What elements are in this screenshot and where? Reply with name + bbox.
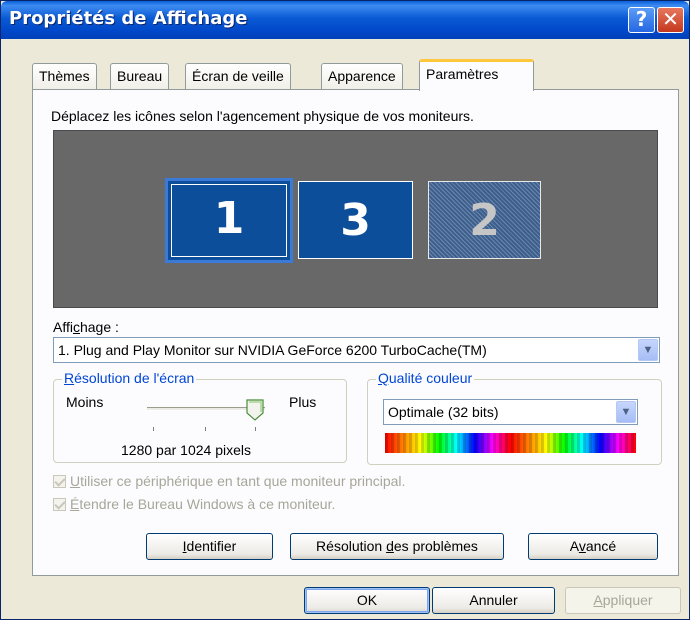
primary-checkbox-accel: U — [70, 473, 81, 489]
ok-button[interactable]: OK — [304, 587, 430, 614]
monitor-2-number: 2 — [469, 195, 500, 246]
tab-appearance-label: Apparence — [328, 68, 396, 84]
resolution-more-label: Plus — [289, 394, 317, 410]
apply-accel: A — [593, 592, 603, 608]
monitor-1-number: 1 — [213, 193, 245, 244]
advanced-button[interactable]: Avancé — [528, 533, 658, 560]
apply-button[interactable]: Appliquer — [565, 587, 681, 614]
monitor-2[interactable]: 2 — [428, 181, 541, 259]
chevron-down-icon[interactable]: ▼ — [616, 401, 636, 423]
advanced-pre: A — [569, 538, 579, 554]
extend-checkbox-label: tendre le Bureau Windows à ce moniteur. — [79, 496, 336, 512]
resolution-less-label: Moins — [66, 394, 104, 410]
arrangement-instruction: Déplacez les icônes selon l'agencement p… — [51, 108, 474, 124]
color-quality-select[interactable]: Optimale (32 bits) ▼ — [383, 399, 638, 425]
checkbox-icon[interactable] — [53, 498, 66, 511]
cancel-button[interactable]: Annuler — [432, 587, 555, 614]
display-label-accel: c — [72, 319, 80, 335]
resolution-group-title: Résolution de l'écran — [62, 370, 197, 386]
troubleshoot-post: es problèmes — [393, 538, 478, 554]
monitor-1[interactable]: 1 — [165, 178, 293, 263]
identify-button[interactable]: Identifier — [146, 533, 273, 560]
color-spectrum-stripes — [385, 433, 636, 453]
slider-tick — [205, 427, 206, 431]
close-icon: ✕ — [662, 7, 679, 31]
display-properties-window: Propriétés de Affichage ? ✕ Thèmes Burea… — [0, 0, 690, 620]
tab-screensaver[interactable]: Écran de veille — [185, 63, 291, 89]
identify-label: dentifier — [186, 538, 237, 554]
slider-tick — [153, 427, 154, 431]
advanced-post: ancé — [585, 538, 617, 554]
resolution-title-rest: ésolution de l'écran — [74, 370, 195, 386]
display-label: Affichage : — [53, 319, 119, 335]
color-quality-value: Optimale (32 bits) — [388, 404, 499, 420]
color-quality-group-title: Qualité couleur — [376, 370, 475, 386]
primary-checkbox-label: tiliser ce périphérique en tant que moni… — [80, 473, 406, 489]
monitor-3[interactable]: 3 — [298, 181, 413, 259]
tab-settings-label: Paramètres — [426, 66, 499, 82]
apply-label: ppliquer — [602, 592, 653, 608]
tab-screensaver-label: Écran de veille — [192, 68, 284, 84]
tab-settings[interactable]: Paramètres — [419, 59, 534, 91]
tab-desktop[interactable]: Bureau — [110, 63, 170, 89]
slider-tick — [255, 427, 256, 431]
resolution-value: 1280 par 1024 pixels — [121, 442, 251, 458]
advanced-accel: v — [578, 538, 586, 554]
troubleshoot-pre: Résolution — [316, 538, 387, 554]
display-label-pre: Affi — [53, 319, 73, 335]
cancel-label: Annuler — [469, 592, 518, 608]
color-quality-title-accel: Q — [378, 370, 389, 386]
tab-themes-label: Thèmes — [39, 68, 90, 84]
tab-desktop-label: Bureau — [117, 68, 163, 84]
help-icon: ? — [635, 7, 648, 31]
tab-appearance[interactable]: Apparence — [321, 63, 403, 89]
checkbox-icon[interactable] — [53, 475, 66, 488]
troubleshoot-accel: d — [386, 538, 394, 554]
resolution-title-accel: R — [64, 370, 75, 386]
title-bar[interactable]: Propriétés de Affichage ? ✕ — [1, 1, 689, 39]
close-button[interactable]: ✕ — [657, 7, 684, 33]
display-label-post: hage : — [79, 319, 119, 335]
tab-themes[interactable]: Thèmes — [32, 63, 97, 89]
primary-monitor-checkbox[interactable]: Utiliser ce périphérique en tant que mon… — [53, 473, 405, 489]
ok-label: OK — [356, 592, 378, 608]
resolution-slider-thumb[interactable] — [246, 399, 264, 421]
display-select[interactable]: 1. Plug and Play Monitor sur NVIDIA GeFo… — [53, 337, 660, 363]
extend-checkbox-accel: É — [70, 496, 80, 512]
display-select-value: 1. Plug and Play Monitor sur NVIDIA GeFo… — [58, 342, 487, 358]
help-button[interactable]: ? — [628, 7, 655, 33]
color-quality-title-rest: ualité couleur — [388, 370, 473, 386]
chevron-down-icon[interactable]: ▼ — [638, 339, 658, 361]
window-title: Propriétés de Affichage — [9, 8, 248, 29]
troubleshoot-button[interactable]: Résolution des problèmes — [290, 533, 504, 560]
color-spectrum-preview — [385, 433, 636, 453]
monitor-3-number: 3 — [340, 195, 371, 246]
extend-desktop-checkbox[interactable]: Étendre le Bureau Windows à ce moniteur. — [53, 496, 335, 512]
